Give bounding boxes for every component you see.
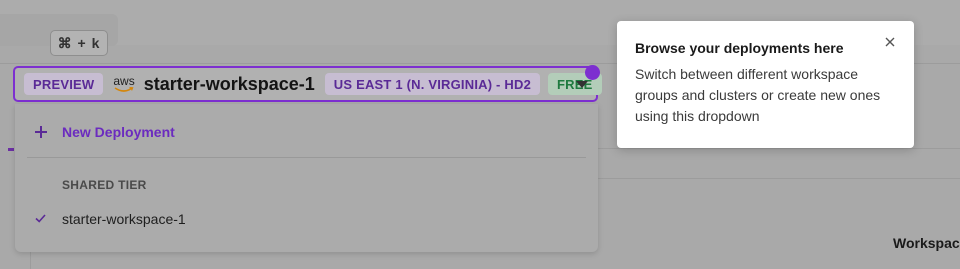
aws-smile-icon	[114, 87, 134, 92]
divider	[30, 250, 31, 269]
tour-highlight-dot	[585, 65, 600, 80]
plus-icon	[35, 126, 47, 138]
deployment-dropdown: New Deployment SHARED TIER starter-works…	[15, 104, 598, 252]
provider-label: aws	[113, 74, 135, 88]
deployment-selector[interactable]: PREVIEW aws starter-workspace-1 US EAST …	[13, 66, 602, 102]
onboarding-tooltip: Browse your deployments here Switch betw…	[617, 21, 914, 148]
list-item-label: starter-workspace-1	[62, 211, 186, 227]
search-shortcut-hint: ⌘ + k	[50, 30, 108, 56]
search-bar[interactable]: ⌘ + k	[0, 14, 118, 56]
tooltip-body: Switch between different workspace group…	[635, 66, 881, 124]
divider	[598, 178, 960, 179]
chevron-down-icon[interactable]	[576, 81, 588, 88]
region-badge: US EAST 1 (N. VIRGINIA) - HD2	[324, 73, 541, 95]
preview-badge: PREVIEW	[24, 73, 104, 95]
close-icon[interactable]	[883, 35, 897, 49]
section-label: SHARED TIER	[62, 178, 147, 192]
workspace-name: starter-workspace-1	[143, 73, 315, 94]
workspace-heading: Workspac	[893, 235, 960, 251]
check-icon	[35, 214, 46, 223]
new-deployment-label: New Deployment	[62, 124, 175, 140]
tooltip-title: Browse your deployments here	[635, 40, 844, 56]
divider	[27, 157, 586, 158]
aws-logo-icon: aws	[113, 74, 135, 93]
active-tab-indicator	[8, 148, 14, 151]
list-item[interactable]: starter-workspace-1	[15, 208, 598, 232]
divider	[598, 148, 960, 149]
